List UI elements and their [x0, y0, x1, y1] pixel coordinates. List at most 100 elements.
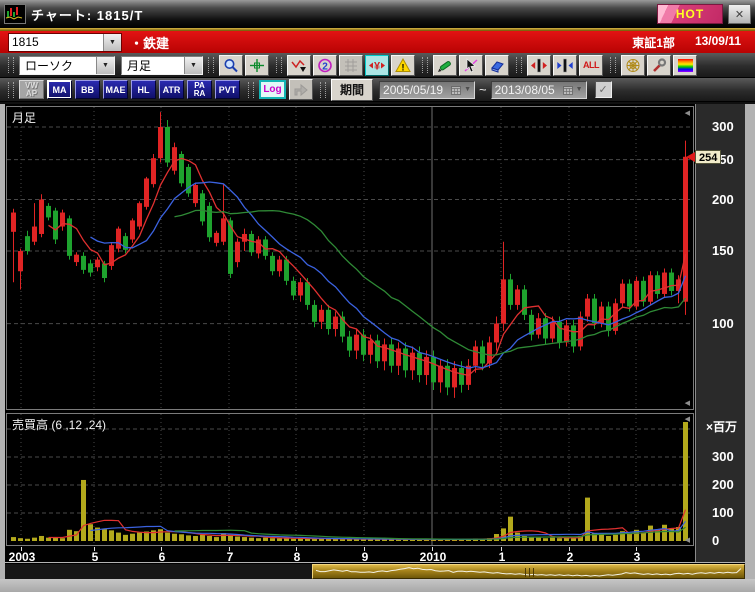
date-from-field[interactable]: 2005/05/19 ▼	[379, 81, 475, 99]
title-bar: チャート: 1815/T HOT ✕	[0, 0, 755, 28]
svg-text:¥: ¥	[374, 60, 381, 72]
pane-scroll-icon[interactable]: ◀	[685, 537, 690, 544]
market-label: 東証1部	[632, 34, 675, 51]
indicator-button-para[interactable]: PA RA	[187, 80, 212, 99]
chart-type-value: ローソク	[25, 57, 73, 74]
stock-code-combo[interactable]: ▼	[8, 33, 122, 52]
chart-scrollbar[interactable]	[5, 563, 745, 579]
scrollbar-grip-icon[interactable]	[525, 568, 534, 577]
rainbow-icon-button[interactable]	[673, 55, 697, 76]
close-icon[interactable]: ✕	[728, 4, 751, 24]
volume-pane[interactable]: 売買高 (6 ,12 ,24) ◀ ◀	[6, 413, 694, 546]
price-yen-icon-button[interactable]: ¥	[365, 55, 389, 76]
eraser-icon-button[interactable]	[485, 55, 509, 76]
window-border-right	[745, 104, 755, 592]
wrench-icon-button[interactable]	[647, 55, 671, 76]
chart-type-dropdown-icon[interactable]: ▼	[96, 57, 114, 74]
price-marker-arrow-icon	[686, 152, 695, 162]
bar-expand-icon-button[interactable]	[527, 55, 551, 76]
indicator-button-vwap: VW AP	[19, 80, 44, 99]
toolbar-grip[interactable]	[276, 57, 282, 73]
toolbar-grip[interactable]	[8, 57, 14, 73]
toolbar-grip[interactable]	[320, 82, 326, 98]
window-title: チャート: 1815/T	[31, 5, 143, 24]
x-axis-label: 1	[499, 550, 506, 564]
timeframe-select[interactable]: 月足 ▼	[121, 56, 203, 75]
volume-axis-label: 100	[712, 506, 734, 520]
date-to-field[interactable]: 2013/08/05 ▼	[491, 81, 587, 99]
price-marker-value: 254	[695, 150, 721, 164]
alert-icon-button[interactable]: !	[391, 55, 415, 76]
volume-axis-label: 0	[712, 534, 719, 548]
x-axis: 2003567892010123	[6, 547, 694, 564]
range-separator: ~	[479, 82, 487, 97]
price-axis-label: 150	[712, 244, 734, 258]
last-price-marker: 254	[686, 149, 721, 165]
stock-code-dropdown-icon[interactable]: ▼	[103, 34, 121, 51]
toolbar-grip[interactable]	[422, 57, 428, 73]
volume-axis-unit: ×百万	[706, 418, 737, 435]
date-from-dropdown-icon: ▼	[464, 86, 471, 93]
pane-scroll-icon[interactable]: ◀	[685, 400, 690, 407]
rainbow-icon	[678, 59, 693, 72]
period-checkbox[interactable]: ✓	[595, 81, 612, 98]
quote-date: 13/09/11	[695, 34, 741, 51]
calendar-icon	[563, 85, 573, 95]
toolbar-indicators: VW APMABBMAEHLATRPA RAPVT Log 期間 2005/05…	[0, 78, 755, 102]
app-chart-icon	[4, 4, 26, 24]
volume-axis-label: 300	[712, 450, 734, 464]
cursor-icon-button[interactable]	[459, 55, 483, 76]
price-chart-svg	[7, 107, 693, 409]
indicator-button-hl[interactable]: HL	[131, 80, 156, 99]
all-button[interactable]: ALL	[579, 55, 603, 76]
zoom-icon-button[interactable]	[219, 55, 243, 76]
grid-icon-button	[339, 55, 363, 76]
stock-name: ・鉄建	[130, 33, 169, 52]
toolbar-grip[interactable]	[248, 82, 254, 98]
pane-scroll-icon[interactable]: ◀	[685, 416, 690, 423]
indicator-button-atr[interactable]: ATR	[159, 80, 184, 99]
price-pane[interactable]: 月足 ◀ ◀	[6, 106, 694, 410]
y-axis-panel: 300250200150100×百万3002001000	[695, 104, 745, 562]
x-axis-label: 8	[294, 550, 301, 564]
x-axis-label: 2003	[9, 550, 36, 564]
toolbar-main: ローソク ▼ 月足 ▼ 2 ¥! ALL	[0, 53, 755, 78]
web-icon-button[interactable]	[621, 55, 645, 76]
indicator-button-mae[interactable]: MAE	[103, 80, 128, 99]
x-axis-label: 6	[159, 550, 166, 564]
oscillator-icon-button[interactable]	[287, 55, 311, 76]
toolbar-grip[interactable]	[516, 57, 522, 73]
timeframe-dropdown-icon[interactable]: ▼	[184, 57, 202, 74]
indicator-button-bb[interactable]: BB	[75, 80, 100, 99]
x-axis-label: 5	[92, 550, 99, 564]
x-axis-label: 9	[362, 550, 369, 564]
price-axis-label: 300	[712, 120, 734, 134]
date-from-value: 2005/05/19	[383, 83, 448, 97]
pane-scroll-icon[interactable]: ◀	[685, 110, 690, 117]
crosshair-icon-button[interactable]	[245, 55, 269, 76]
quote-bar: ▼ ・鉄建 東証1部 13/09/11	[0, 31, 755, 53]
log-scale-button[interactable]: Log	[259, 80, 286, 99]
pencil-icon-button[interactable]	[433, 55, 457, 76]
bar-shrink-icon-button[interactable]	[553, 55, 577, 76]
toolbar-grip[interactable]	[208, 57, 214, 73]
svg-text:!: !	[402, 62, 405, 72]
volume-axis-label: 200	[712, 478, 734, 492]
x-axis-label: 7	[227, 550, 234, 564]
date-to-dropdown-icon: ▼	[576, 86, 583, 93]
svg-text:2: 2	[322, 61, 328, 72]
second-axis-icon-button[interactable]: 2	[313, 55, 337, 76]
period-button[interactable]: 期間	[331, 79, 373, 101]
chart-area: 月足 ◀ ◀ 売買高 (6 ,12 ,24) ◀ ◀ 2003567892010…	[5, 104, 745, 562]
chart-type-select[interactable]: ローソク ▼	[19, 56, 115, 75]
x-axis-label: 3	[634, 550, 641, 564]
stock-code-input[interactable]	[9, 35, 103, 49]
toolbar-grip[interactable]	[610, 57, 616, 73]
hot-button[interactable]: HOT	[657, 4, 723, 24]
price-axis-label: 200	[712, 193, 734, 207]
indicator-button-pvt[interactable]: PVT	[215, 80, 240, 99]
indicator-button-ma[interactable]: MA	[47, 80, 72, 99]
calendar-icon	[451, 85, 461, 95]
scrollbar-thumb[interactable]	[312, 564, 745, 579]
toolbar-grip[interactable]	[8, 82, 14, 98]
